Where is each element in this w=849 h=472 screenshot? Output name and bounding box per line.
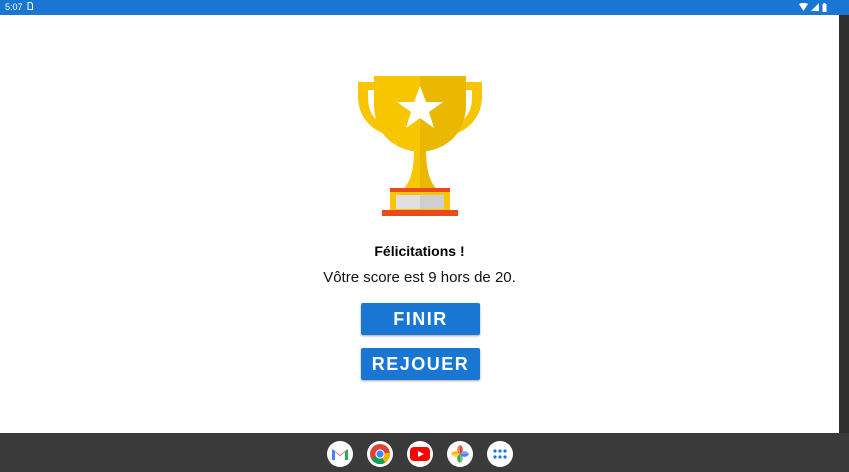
app-dock: [327, 441, 513, 467]
finish-button[interactable]: FINIR: [361, 303, 480, 335]
status-time: 5:07: [5, 2, 23, 12]
youtube-icon[interactable]: [407, 441, 433, 467]
taskbar: [0, 433, 849, 472]
screen-edge: [839, 15, 849, 433]
sim-card-icon: [27, 2, 33, 10]
wifi-icon: [799, 3, 808, 11]
photos-icon[interactable]: [447, 441, 473, 467]
replay-button[interactable]: REJOUER: [361, 348, 480, 380]
gmail-icon[interactable]: [327, 441, 353, 467]
trophy-icon: [358, 76, 482, 216]
battery-icon: [822, 2, 827, 12]
status-icons: [799, 2, 827, 12]
status-bar: 5:07: [0, 0, 849, 15]
signal-icon: [811, 3, 819, 11]
chrome-icon[interactable]: [367, 441, 393, 467]
app-drawer-icon[interactable]: [487, 441, 513, 467]
congrats-title: Félicitations !: [374, 243, 465, 259]
score-message: Vôtre score est 9 hors de 20.: [323, 269, 516, 286]
